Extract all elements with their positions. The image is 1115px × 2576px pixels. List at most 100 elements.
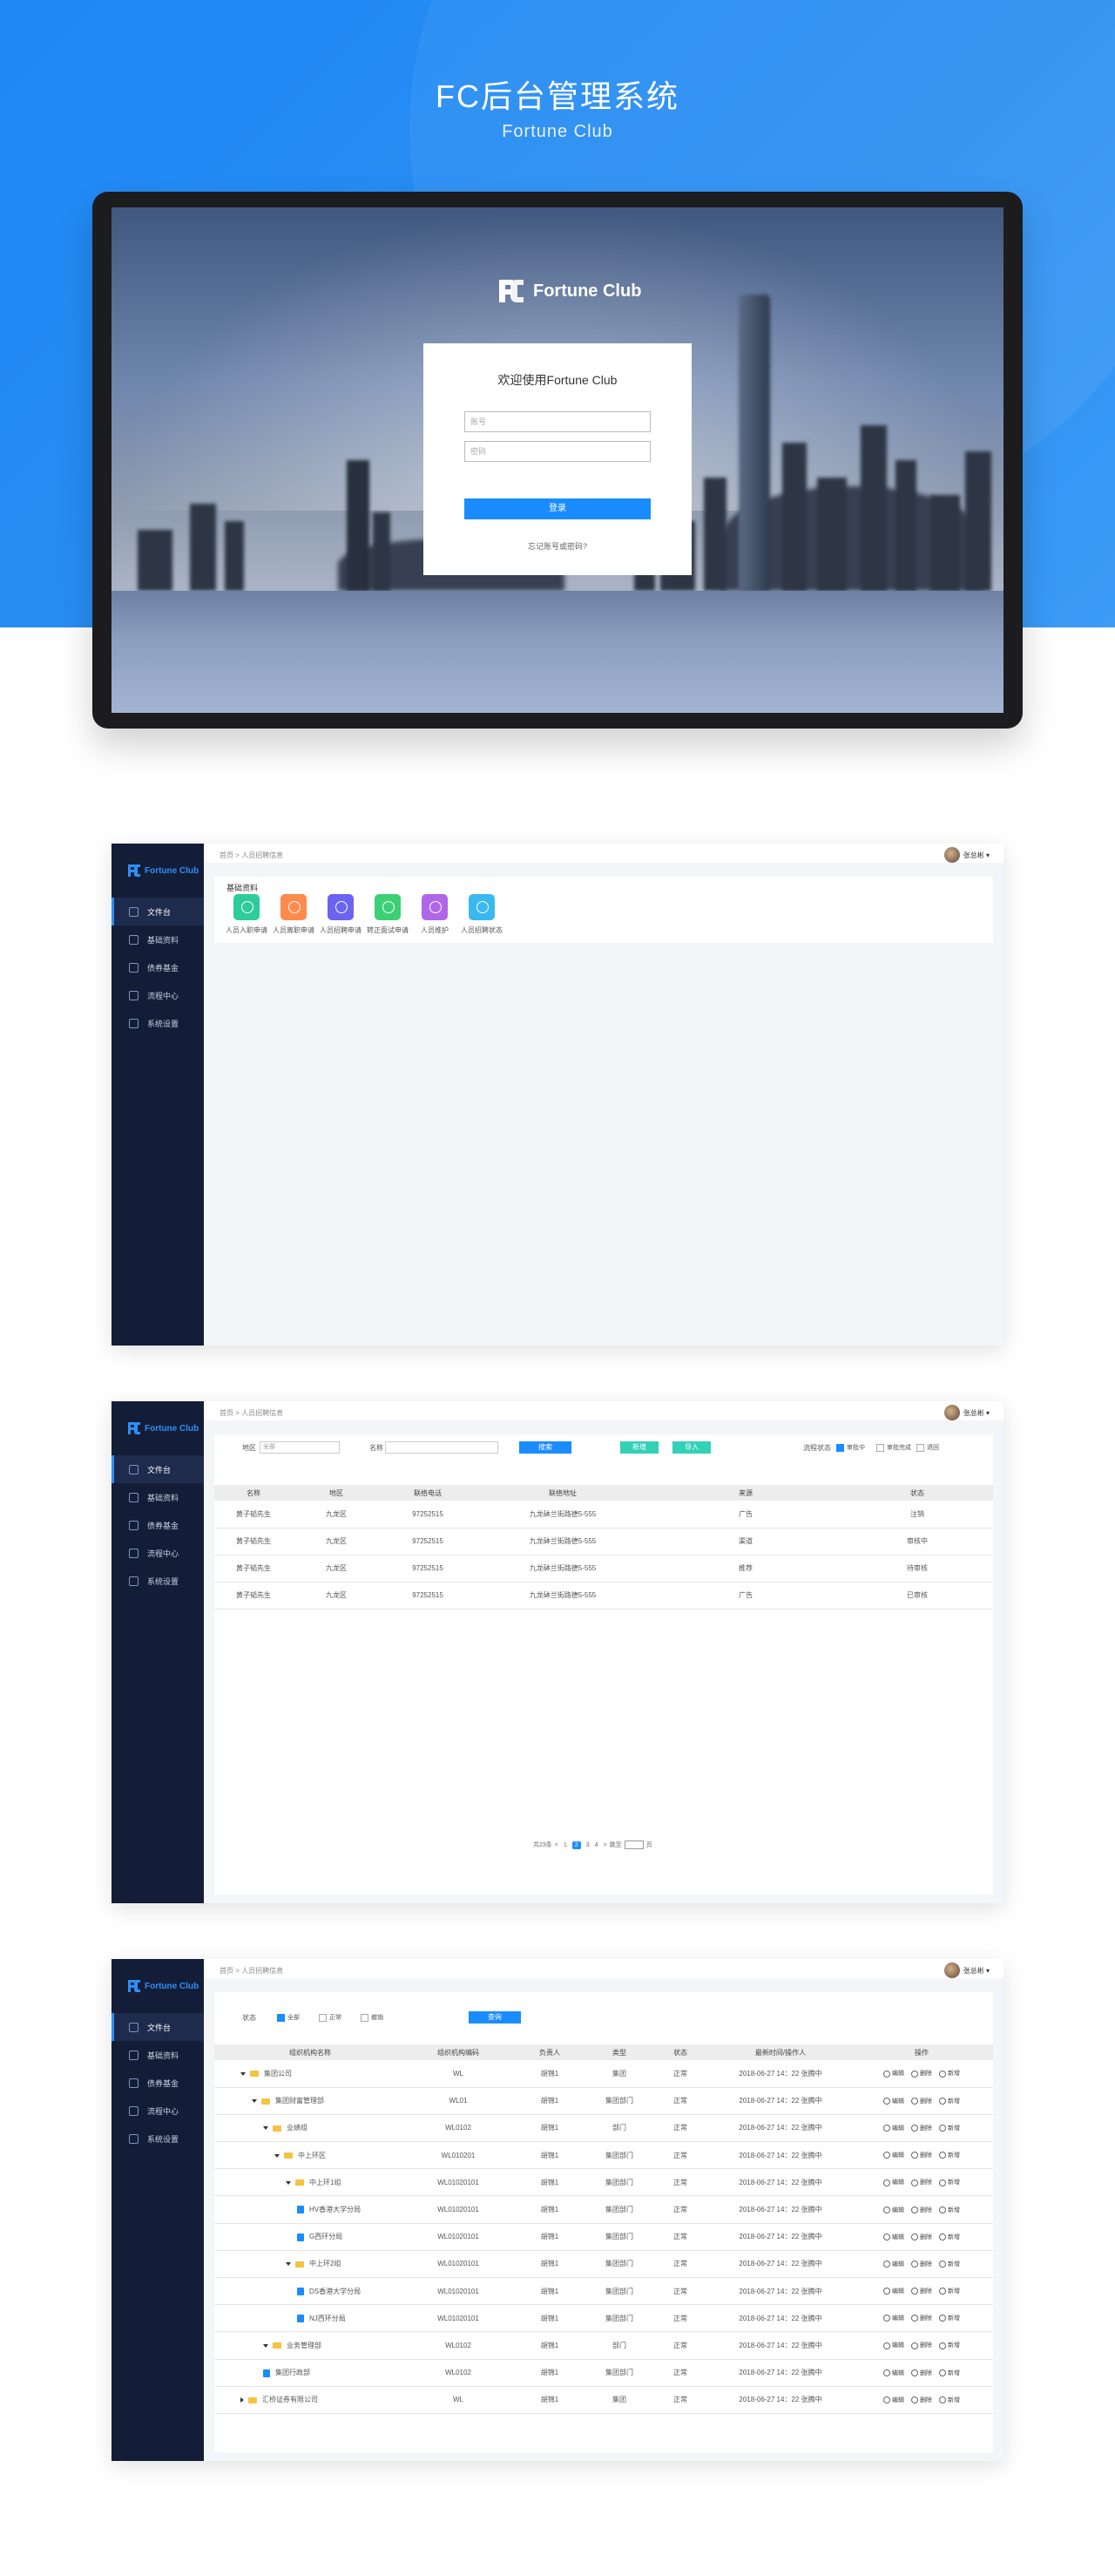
add-action[interactable]: 新增 xyxy=(939,2098,960,2105)
tree-row[interactable]: 集团财富管理部 WL01 胡锦1 集团部门 正常 2018-06-27 14：22 张腾中… xyxy=(214,2087,993,2115)
add-action[interactable]: 新增 xyxy=(939,2152,960,2159)
edit-action[interactable]: 编辑 xyxy=(883,2071,904,2077)
delete-action[interactable]: 删除 xyxy=(911,2098,932,2105)
user-menu[interactable]: 张总彬 ▾ xyxy=(943,1405,990,1420)
tree-row[interactable]: HV香港大学分局 WL01020101 胡锦1 集团部门 正常 2018-06-27 14… xyxy=(214,2195,993,2224)
add-action[interactable]: 新增 xyxy=(939,2288,960,2295)
search-button[interactable]: 搜索 xyxy=(519,1441,571,1454)
goto-input[interactable] xyxy=(624,1840,644,1849)
login-button[interactable]: 登录 xyxy=(464,498,651,519)
sidebar-item-bonds[interactable]: 债券基金 xyxy=(112,1511,204,1539)
delete-action[interactable]: 删除 xyxy=(911,2370,932,2376)
add-button[interactable]: 新增 xyxy=(620,1441,659,1454)
sidebar-item-dashboard[interactable]: 文件台 xyxy=(112,1455,204,1483)
add-action[interactable]: 新增 xyxy=(939,2207,960,2213)
add-action[interactable]: 新增 xyxy=(939,2071,960,2077)
table-row[interactable]: 黄子韬先生 九龙区 97252515 九龙砵兰街路德5-555 推荐 待审核 xyxy=(214,1555,993,1583)
delete-action[interactable]: 删除 xyxy=(911,2179,932,2186)
add-action[interactable]: 新增 xyxy=(939,2125,960,2132)
tree-row[interactable]: 中上环区 WL010201 胡锦1 集团部门 正常 2018-06-27 14：22 张腾… xyxy=(214,2141,993,2170)
edit-action[interactable]: 编辑 xyxy=(883,2397,904,2403)
status-checkbox[interactable]: 退回 xyxy=(916,1443,939,1452)
edit-action[interactable]: 编辑 xyxy=(883,2179,904,2186)
sidebar-brand[interactable]: Fortune Club xyxy=(112,1959,204,2013)
tree-row[interactable]: G西环分局 WL01020101 胡锦1 集团部门 正常 2018-06-27 14：22… xyxy=(214,2223,993,2251)
sidebar-item-basic[interactable]: 基础资料 xyxy=(112,1483,204,1511)
caret-down-icon[interactable] xyxy=(274,2153,280,2158)
quick-item[interactable]: 人员维护 xyxy=(411,894,458,935)
edit-action[interactable]: 编辑 xyxy=(883,2370,904,2376)
add-action[interactable]: 新增 xyxy=(939,2370,960,2376)
import-button[interactable]: 导入 xyxy=(672,1441,711,1454)
query-button[interactable]: 查询 xyxy=(469,2011,521,2024)
sidebar-item-settings[interactable]: 系统设置 xyxy=(112,2125,204,2152)
page-number[interactable]: 4 xyxy=(595,1842,598,1848)
status-checkbox[interactable]: 审批完成 xyxy=(876,1443,911,1452)
edit-action[interactable]: 编辑 xyxy=(883,2125,904,2132)
delete-action[interactable]: 删除 xyxy=(911,2207,932,2213)
add-action[interactable]: 新增 xyxy=(939,2261,960,2268)
page-number[interactable]: 3 xyxy=(586,1842,590,1848)
caret-down-icon[interactable] xyxy=(286,2180,291,2185)
sidebar-item-dashboard[interactable]: 文件台 xyxy=(112,2013,204,2041)
delete-action[interactable]: 删除 xyxy=(911,2342,932,2349)
user-menu[interactable]: 张总彬 ▾ xyxy=(943,847,990,863)
delete-action[interactable]: 删除 xyxy=(911,2397,932,2403)
quick-item[interactable]: 人员招聘状态 xyxy=(458,894,505,935)
sidebar-item-settings[interactable]: 系统设置 xyxy=(112,1009,204,1037)
user-menu[interactable]: 张总彬 ▾ xyxy=(943,1963,990,1978)
sidebar-item-settings[interactable]: 系统设置 xyxy=(112,1567,204,1595)
status-checkbox[interactable]: 全部 xyxy=(277,2013,300,2022)
edit-action[interactable]: 编辑 xyxy=(883,2288,904,2295)
sidebar-brand[interactable]: Fortune Club xyxy=(112,1401,204,1455)
delete-action[interactable]: 删除 xyxy=(911,2315,932,2322)
delete-action[interactable]: 删除 xyxy=(911,2288,932,2295)
forgot-link[interactable]: 忘记账号或密码? xyxy=(423,540,692,552)
page-number[interactable]: 2 xyxy=(571,1840,581,1849)
status-checkbox[interactable]: 撤销 xyxy=(361,2013,383,2022)
quick-item[interactable]: 人员招聘申请 xyxy=(317,894,364,935)
tree-row[interactable]: 集团行政部 WL0102 胡锦1 集团部门 正常 2018-06-27 14：22 张腾中… xyxy=(214,2359,993,2387)
quick-item[interactable]: 人员离职申请 xyxy=(270,894,317,935)
tree-row[interactable]: NJ西环分局 WL01020101 胡锦1 集团部门 正常 2018-06-27 14：2… xyxy=(214,2304,993,2333)
quick-item[interactable]: 转正面试申请 xyxy=(364,894,411,935)
status-checkbox[interactable]: 正常 xyxy=(319,2013,341,2022)
table-row[interactable]: 黄子韬先生 九龙区 97252515 九龙砵兰街路德5-555 广告 已审核 xyxy=(214,1582,993,1610)
sidebar-item-bonds[interactable]: 债券基金 xyxy=(112,2069,204,2097)
page-number[interactable]: 1 xyxy=(564,1842,567,1848)
sidebar-item-basic[interactable]: 基础资料 xyxy=(112,925,204,953)
edit-action[interactable]: 编辑 xyxy=(883,2342,904,2349)
table-row[interactable]: 黄子韬先生 九龙区 97252515 九龙砵兰街路德5-555 广告 注销 xyxy=(214,1501,993,1529)
status-checkbox[interactable]: 审批中 xyxy=(836,1443,865,1452)
caret-down-icon[interactable] xyxy=(240,2071,246,2076)
add-action[interactable]: 新增 xyxy=(939,2179,960,2186)
table-row[interactable]: 黄子韬先生 九龙区 97252515 九龙砵兰街路德5-555 渠道 审核中 xyxy=(214,1528,993,1556)
tree-row[interactable]: 汇桥证券有限公司 WL 胡锦1 集团 正常 2018-06-27 14：22 张腾中 编辑 删… xyxy=(214,2386,993,2414)
add-action[interactable]: 新增 xyxy=(939,2234,960,2240)
add-action[interactable]: 新增 xyxy=(939,2397,960,2403)
password-input[interactable]: 密码 xyxy=(464,441,651,462)
quick-item[interactable]: 人员入职申请 xyxy=(223,894,270,935)
caret-down-icon[interactable] xyxy=(263,2126,268,2131)
edit-action[interactable]: 编辑 xyxy=(883,2261,904,2268)
sidebar-item-bonds[interactable]: 债券基金 xyxy=(112,953,204,981)
tree-row[interactable]: 业绩组 WL0102 胡锦1 部门 正常 2018-06-27 14：22 张腾中 编辑 删除… xyxy=(214,2114,993,2143)
caret-right-icon[interactable] xyxy=(240,2397,244,2403)
edit-action[interactable]: 编辑 xyxy=(883,2234,904,2240)
edit-action[interactable]: 编辑 xyxy=(883,2098,904,2105)
tree-row[interactable]: DS香港大学分局 WL01020101 胡锦1 集团部门 正常 2018-06-27 14… xyxy=(214,2277,993,2306)
caret-down-icon[interactable] xyxy=(286,2262,291,2267)
next-page[interactable]: > xyxy=(604,1842,607,1848)
edit-action[interactable]: 编辑 xyxy=(883,2207,904,2213)
add-action[interactable]: 新增 xyxy=(939,2342,960,2349)
sidebar-item-basic[interactable]: 基础资料 xyxy=(112,2041,204,2069)
caret-down-icon[interactable] xyxy=(263,2343,268,2348)
edit-action[interactable]: 编辑 xyxy=(883,2152,904,2159)
tree-row[interactable]: 中上环1组 WL01020101 胡锦1 集团部门 正常 2018-06-27 14：22… xyxy=(214,2168,993,2197)
delete-action[interactable]: 删除 xyxy=(911,2261,932,2268)
tree-row[interactable]: 业务管理部 WL0102 胡锦1 部门 正常 2018-06-27 14：22 张腾中 编辑… xyxy=(214,2331,993,2360)
sidebar-brand[interactable]: Fortune Club xyxy=(112,844,204,898)
delete-action[interactable]: 删除 xyxy=(911,2234,932,2240)
delete-action[interactable]: 删除 xyxy=(911,2071,932,2077)
delete-action[interactable]: 删除 xyxy=(911,2125,932,2132)
